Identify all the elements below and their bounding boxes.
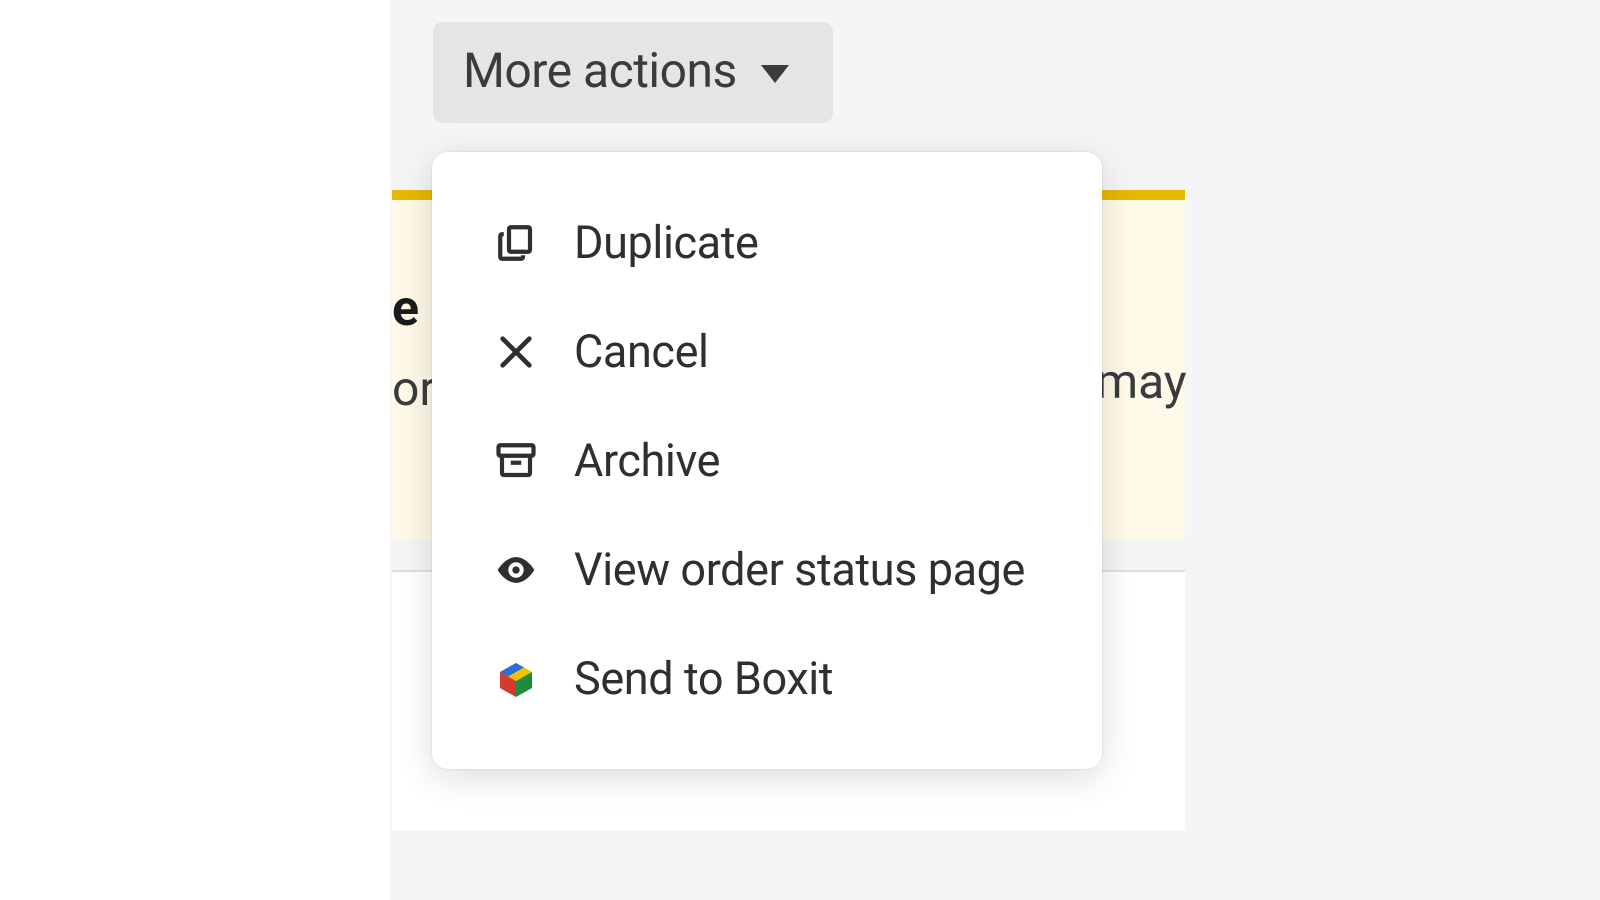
menu-item-archive[interactable]: Archive [432,406,1102,515]
menu-item-label: Send to Boxit [574,652,833,705]
duplicate-icon [494,221,538,265]
banner-body-right: may [1096,353,1187,410]
menu-item-send-to-boxit[interactable]: Send to Boxit [432,624,1102,733]
more-actions-label: More actions [463,42,737,99]
app-canvas: e out of stock ord may More actions Dupl… [0,0,1600,900]
menu-item-cancel[interactable]: Cancel [432,297,1102,406]
menu-item-label: Archive [574,434,720,487]
boxit-logo-icon [494,657,538,701]
eye-icon [494,548,538,592]
caret-down-icon [761,65,789,83]
menu-item-view-order-status[interactable]: View order status page [432,515,1102,624]
menu-item-duplicate[interactable]: Duplicate [432,188,1102,297]
menu-item-label: Cancel [574,325,709,378]
more-actions-dropdown: Duplicate Cancel Archive [432,152,1102,769]
menu-item-label: Duplicate [574,216,759,269]
menu-item-label: View order status page [574,543,1025,596]
more-actions-button[interactable]: More actions [433,22,833,123]
archive-icon [494,439,538,483]
close-icon [494,330,538,374]
